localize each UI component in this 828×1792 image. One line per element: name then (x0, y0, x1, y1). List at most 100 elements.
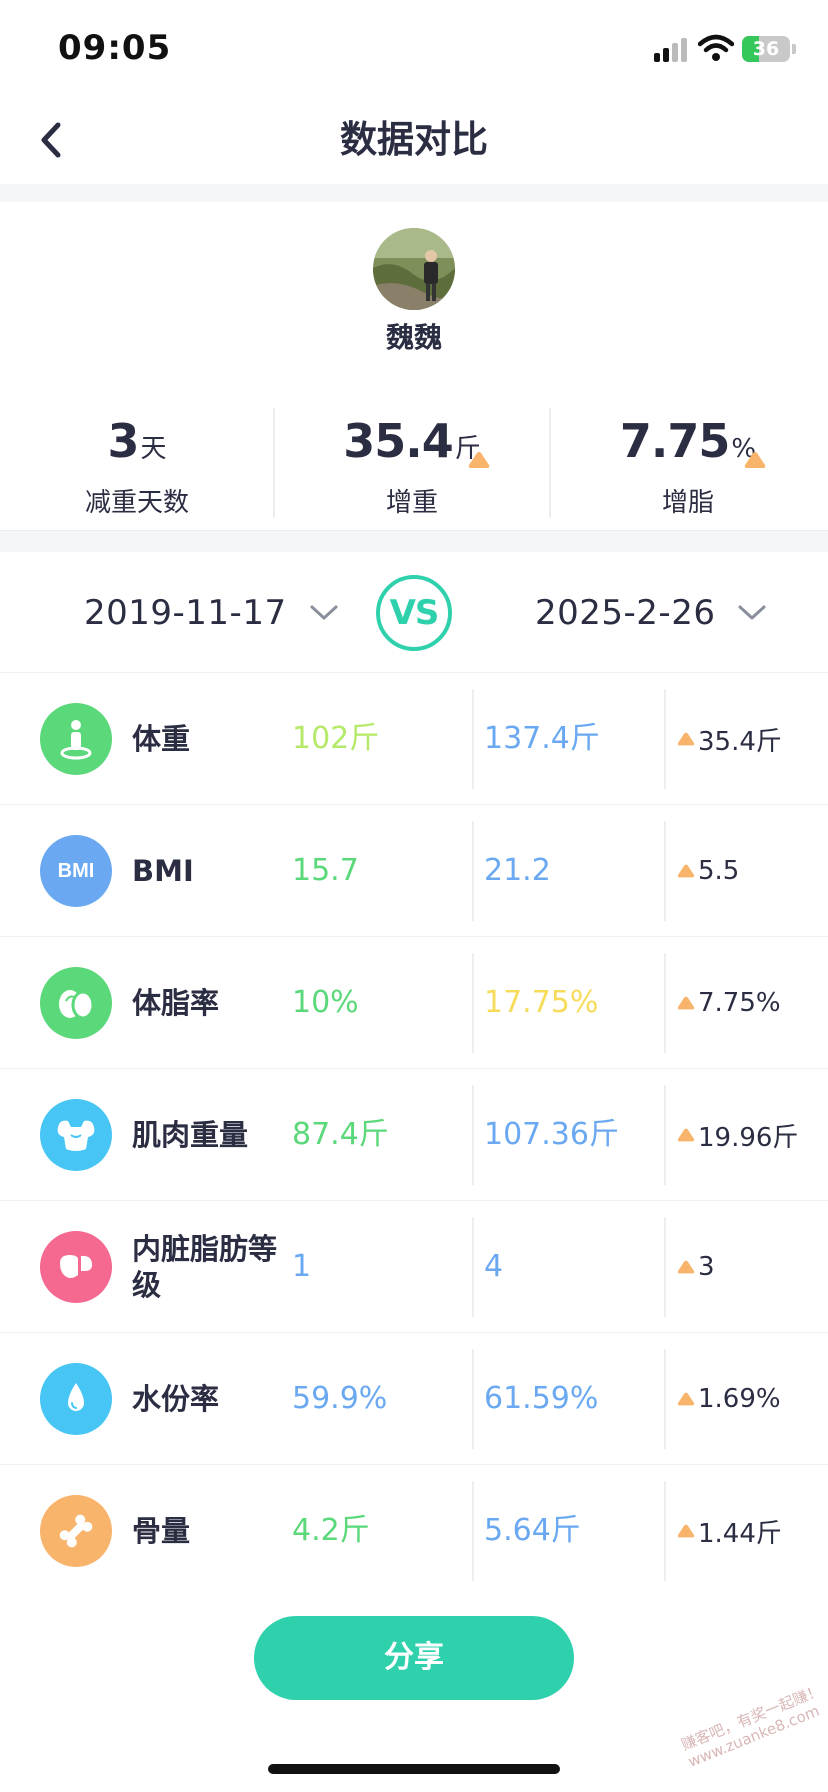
column-divider (472, 953, 474, 1053)
start-value: 4.2斤 (292, 1513, 370, 1548)
muscle-icon (40, 1099, 112, 1171)
stat-label: 增脂 (661, 488, 714, 518)
column-divider (472, 689, 474, 789)
end-date: 2025-2-26 (535, 592, 716, 633)
column-divider (472, 1481, 474, 1581)
diff-text: 1.69% (698, 1384, 781, 1414)
diff-text: 35.4斤 (698, 726, 782, 757)
start-value: 1 (292, 1249, 312, 1284)
column-divider (664, 821, 666, 921)
column-divider (664, 1481, 666, 1581)
up-arrow-icon (677, 732, 695, 746)
body-fat-icon (40, 967, 112, 1039)
watermark: 赚客吧，有奖一起赚！ www.zuanke8.com (679, 1681, 828, 1771)
end-value: 4 (484, 1249, 504, 1284)
user-name: 魏魏 (385, 321, 442, 354)
table-row[interactable]: 肌肉重量 87.4斤 107.36斤 19.96斤 (0, 1068, 828, 1200)
up-arrow-icon (744, 452, 766, 468)
water-drop-icon (40, 1363, 112, 1435)
end-value: 107.36斤 (484, 1117, 619, 1152)
diff-text: 3 (698, 1252, 715, 1282)
table-row[interactable]: 骨量 4.2斤 5.64斤 1.44斤 (0, 1464, 828, 1596)
stat-value: 35.4 (343, 414, 453, 468)
up-arrow-icon (677, 996, 695, 1010)
date-compare-bar: 2019-11-17 VS 2025-2-26 (0, 555, 828, 670)
end-value: 5.64斤 (484, 1513, 581, 1548)
bmi-icon-text: BMI (57, 859, 95, 882)
metric-label: 水份率 (132, 1382, 220, 1416)
diff-value: 35.4斤 (676, 673, 782, 805)
chevron-down-icon (738, 605, 766, 619)
diff-text: 1.44斤 (698, 1518, 782, 1549)
stat-label: 增重 (385, 488, 438, 518)
status-time: 09:05 (58, 28, 172, 68)
column-divider (472, 1217, 474, 1317)
stat-value: 7.75 (619, 414, 730, 468)
diff-value: 1.44斤 (676, 1465, 782, 1597)
page: 09:05 36 数据对比 魏魏 3天 减重天数 35.4斤 增重 7.75% … (0, 0, 828, 1792)
column-divider (664, 1349, 666, 1449)
cellular-signal-icon (654, 38, 688, 62)
column-divider (664, 689, 666, 789)
metric-label: 内脏脂肪等级 (132, 1232, 278, 1302)
stat-days: 3天 减重天数 (0, 400, 274, 528)
diff-text: 5.5 (698, 856, 740, 886)
nav-bar: 数据对比 (0, 96, 828, 184)
metric-label: 骨量 (132, 1514, 191, 1548)
chevron-down-icon (310, 605, 338, 619)
body-weight-icon (40, 703, 112, 775)
avatar-photo (373, 228, 455, 310)
end-date-picker[interactable]: 2025-2-26 (535, 555, 767, 670)
table-row[interactable]: 水份率 59.9% 61.59% 1.69% (0, 1332, 828, 1464)
up-arrow-icon (677, 1128, 695, 1142)
column-divider (472, 1085, 474, 1185)
battery-icon: 36 (742, 36, 790, 62)
battery-cap (792, 44, 796, 54)
metric-label: 体重 (132, 722, 191, 756)
up-arrow-icon (677, 1392, 695, 1406)
back-arrow-icon[interactable] (30, 114, 80, 166)
column-divider (664, 1085, 666, 1185)
avatar[interactable] (373, 228, 455, 310)
diff-value: 19.96斤 (676, 1069, 798, 1201)
table-row[interactable]: 内脏脂肪等级 1 4 3 (0, 1200, 828, 1332)
metric-label: BMI (132, 854, 194, 888)
column-divider (472, 821, 474, 921)
page-title: 数据对比 (340, 118, 488, 161)
metric-label: 体脂率 (132, 986, 220, 1020)
summary-stats: 3天 减重天数 35.4斤 增重 7.75% 增脂 (0, 400, 828, 528)
stat-unit: 天 (140, 434, 167, 464)
status-bar: 09:05 36 (0, 0, 828, 96)
up-arrow-icon (468, 452, 490, 468)
start-date-picker[interactable]: 2019-11-17 (84, 555, 339, 670)
end-value: 61.59% (484, 1381, 599, 1416)
table-row[interactable]: BMI BMI 15.7 21.2 5.5 (0, 804, 828, 936)
end-value: 17.75% (484, 985, 599, 1020)
start-value: 87.4斤 (292, 1117, 389, 1152)
up-arrow-icon (677, 1260, 695, 1274)
start-value: 15.7 (292, 853, 359, 888)
home-indicator[interactable] (268, 1764, 560, 1774)
bone-icon (40, 1495, 112, 1567)
column-divider (472, 1349, 474, 1449)
stat-weight-gain: 35.4斤 增重 (275, 400, 549, 528)
diff-value: 3 (676, 1201, 715, 1333)
vs-badge: VS (376, 575, 452, 651)
section-divider (0, 530, 828, 552)
table-row[interactable]: 体脂率 10% 17.75% 7.75% (0, 936, 828, 1068)
start-value: 59.9% (292, 1381, 388, 1416)
metric-label: 肌肉重量 (132, 1118, 249, 1152)
start-value: 102斤 (292, 721, 380, 756)
end-value: 137.4斤 (484, 721, 600, 756)
end-value: 21.2 (484, 853, 551, 888)
start-value: 10% (292, 985, 359, 1020)
diff-value: 5.5 (676, 805, 739, 937)
table-row[interactable]: 体重 102斤 137.4斤 35.4斤 (0, 672, 828, 804)
diff-text: 19.96斤 (698, 1122, 799, 1153)
start-date: 2019-11-17 (84, 592, 287, 633)
column-divider (664, 1217, 666, 1317)
battery-level: 36 (752, 38, 780, 60)
share-button[interactable]: 分享 (254, 1616, 574, 1700)
metric-table: 体重 102斤 137.4斤 35.4斤 BMI BMI 15.7 21.2 5.5 体脂率 10%… (0, 672, 828, 1596)
bmi-icon: BMI (40, 835, 112, 907)
